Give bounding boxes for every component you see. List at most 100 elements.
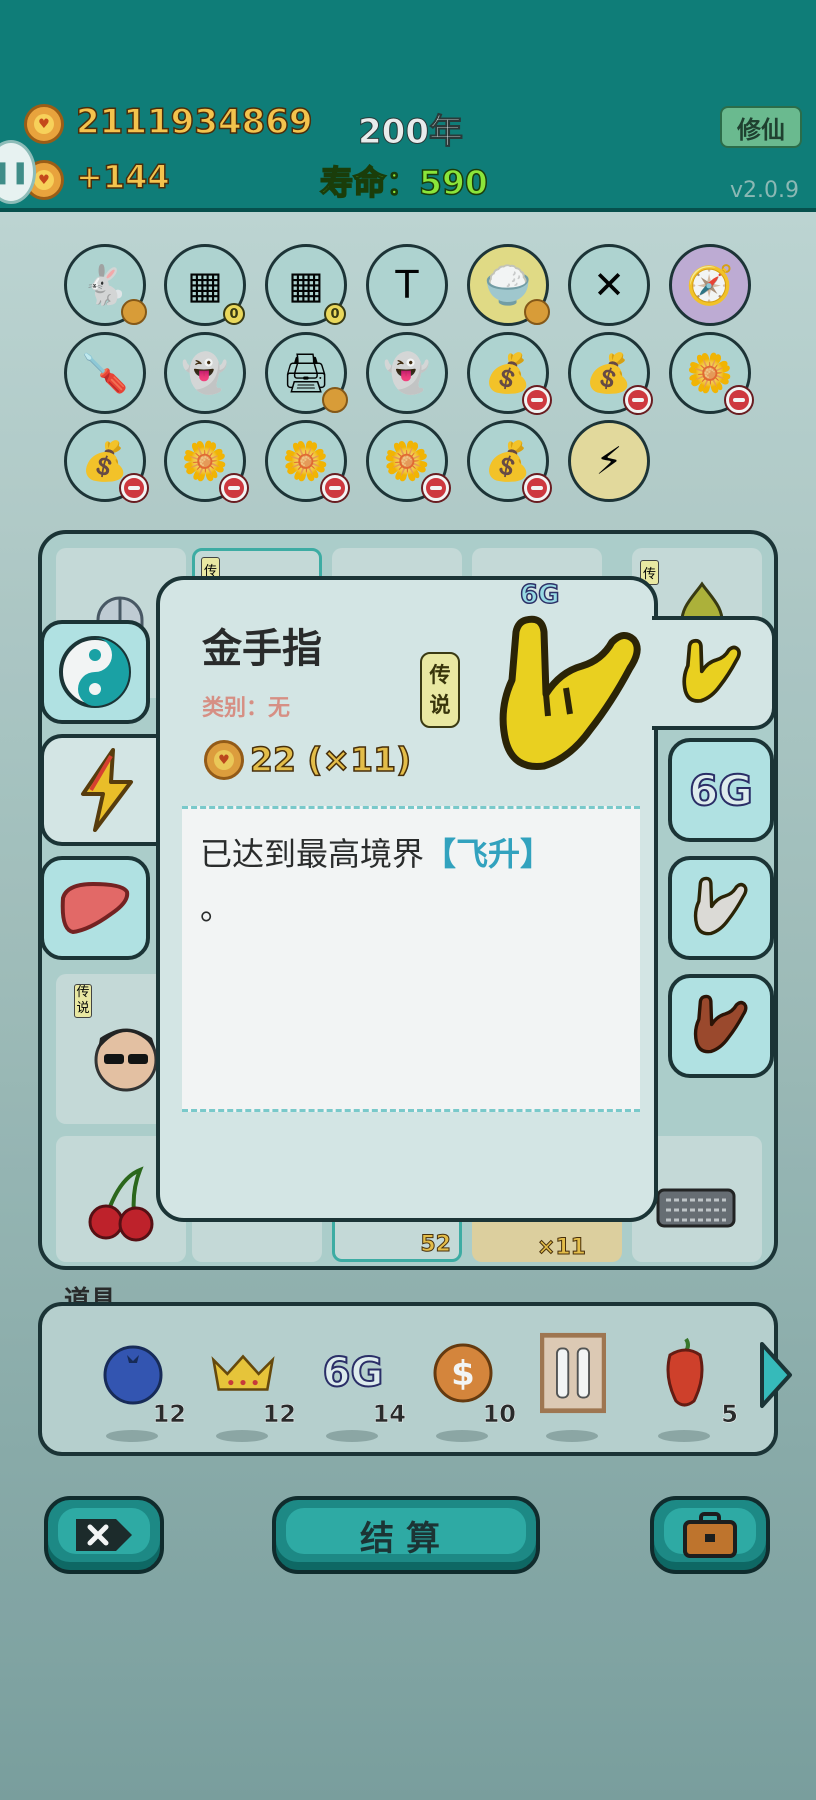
tab-yin-yang[interactable] (40, 620, 150, 724)
prop-count: 5 (721, 1400, 738, 1429)
svg-text:$: $ (451, 1354, 475, 1394)
minus-icon (121, 475, 147, 501)
year-counter: 200年 (358, 112, 464, 153)
xiuxian-button[interactable]: 修仙 (720, 106, 802, 148)
item-price: 22 (×11) (249, 739, 412, 780)
coin-badge-icon (524, 299, 550, 325)
item-shadow (326, 1430, 378, 1442)
inventory-slot[interactable]: 💰 (64, 420, 147, 502)
minus-icon (524, 387, 550, 413)
version-label: v2.0.9 (730, 178, 799, 203)
count-label: 52 (420, 1232, 452, 1258)
golden-finger-icon (682, 638, 741, 703)
item-category: 类别：无 (202, 696, 291, 721)
inventory-slot[interactable]: 💰 (568, 332, 651, 414)
inventory-slot[interactable]: 🪛 (64, 332, 146, 414)
inventory-slot[interactable]: 🐇 (64, 244, 147, 326)
ghost-icon: 👻 (181, 351, 229, 395)
prop-count: 14 (372, 1400, 406, 1429)
inventory-slot[interactable]: 🌼 (265, 420, 348, 502)
inventory-slot[interactable]: 🌼 (164, 420, 247, 502)
flower-pot-icon: 🌼 (686, 351, 734, 395)
description-box: 已达到最高境界【飞升】 。 (182, 806, 640, 1112)
pause-icon: ❚❚ (0, 159, 30, 185)
egg-tray-icon: ▦ (288, 263, 324, 307)
6g-label: 6G (322, 1349, 385, 1397)
dollar-coin-icon: $ (430, 1340, 496, 1406)
lightning-icon (81, 748, 133, 832)
compass-icon: 🧭 (686, 263, 734, 307)
crown-icon (210, 1340, 276, 1406)
inventory-slot[interactable]: 💰 (467, 420, 550, 502)
inventory-slot[interactable]: ▦ 0 (164, 244, 246, 326)
item-tag: 6G (519, 579, 560, 611)
money-bag-icon: 💰 (81, 439, 129, 483)
description-end: 。 (200, 889, 233, 927)
crossed-sticks-icon: ✕ (593, 263, 625, 307)
printer-icon: 🖨 (281, 351, 331, 395)
prop-item[interactable]: 6G 14 (314, 1334, 406, 1442)
white-finger-icon (693, 876, 748, 936)
liver-icon (60, 881, 130, 935)
inventory-slot[interactable]: 🍚 (467, 244, 550, 326)
prop-item[interactable]: 12 (94, 1334, 186, 1442)
item-shadow (546, 1430, 598, 1442)
brown-finger-icon (693, 994, 748, 1054)
prop-item[interactable]: 12 (204, 1334, 296, 1442)
yin-yang-icon (59, 636, 131, 708)
inventory-slot[interactable]: ⚡ (568, 420, 650, 502)
settle-button[interactable]: 结算 (272, 1496, 540, 1574)
item-shadow (216, 1430, 268, 1442)
egg-tray-icon: ▦ (187, 263, 223, 307)
rabbit-icon: 🐇 (81, 263, 129, 307)
prop-count: 12 (262, 1400, 296, 1429)
inventory-slot[interactable]: 💰 (467, 332, 550, 414)
tab-6g[interactable]: 6G (668, 738, 774, 842)
prop-item[interactable] (534, 1332, 626, 1442)
count-badge: 0 (223, 303, 245, 325)
minus-icon (726, 387, 752, 413)
inventory-slot[interactable]: ✕ (568, 244, 650, 326)
rarity-tag: 传说 (74, 984, 92, 1018)
tab-lightning[interactable] (40, 734, 170, 846)
briefcase-icon (683, 1512, 737, 1558)
minus-icon (423, 475, 449, 501)
price-coin-icon: ♥ (204, 740, 244, 780)
lightning-icon: ⚡ (595, 439, 623, 483)
inventory-slot[interactable]: 🧭 (669, 244, 751, 326)
gold-coin-icon: ♥ (24, 104, 64, 144)
inventory-slot[interactable]: 🌼 (366, 420, 449, 502)
inventory-slot[interactable]: 🖨 (265, 332, 348, 414)
inventory-slot[interactable]: 👻 (366, 332, 448, 414)
tab-brown-finger[interactable] (668, 974, 774, 1078)
close-tag-icon (76, 1519, 132, 1551)
rarity-badge: 传说 (420, 652, 460, 728)
inventory-slot[interactable]: ▦ 0 (265, 244, 347, 326)
count-label: ×11 (536, 1235, 586, 1261)
tab-white-finger[interactable] (668, 856, 774, 960)
inventory-slot[interactable]: 🌼 (669, 332, 752, 414)
blueberry-icon (100, 1340, 166, 1406)
chevron-right-icon[interactable] (756, 1340, 794, 1410)
prop-item[interactable]: 5 (646, 1334, 738, 1442)
prop-item[interactable]: $10 (424, 1334, 516, 1442)
tab-liver[interactable] (40, 856, 150, 960)
briefcase-button[interactable] (650, 1496, 770, 1574)
rice-bowl-icon: 🍚 (484, 263, 532, 307)
cherry-icon (88, 1166, 154, 1242)
screwdriver-icon: 🪛 (81, 351, 129, 395)
minus-icon (524, 475, 550, 501)
inventory-slot[interactable]: T (366, 244, 448, 326)
golden-finger-icon (499, 615, 641, 770)
settle-label: 结算 (360, 1518, 452, 1559)
inventory-slot[interactable]: 👻 (164, 332, 246, 414)
close-button[interactable] (44, 1496, 164, 1574)
flower-pot-icon: 🌼 (383, 439, 431, 483)
flower-pot-icon: 🌼 (282, 439, 330, 483)
minus-icon (625, 387, 651, 413)
keyboard-icon (656, 1188, 736, 1228)
item-shadow (436, 1430, 488, 1442)
time-magazine-icon: T (395, 263, 419, 307)
tab-golden-finger[interactable] (652, 616, 776, 730)
description-body: 已达到最高境界 (200, 835, 425, 873)
